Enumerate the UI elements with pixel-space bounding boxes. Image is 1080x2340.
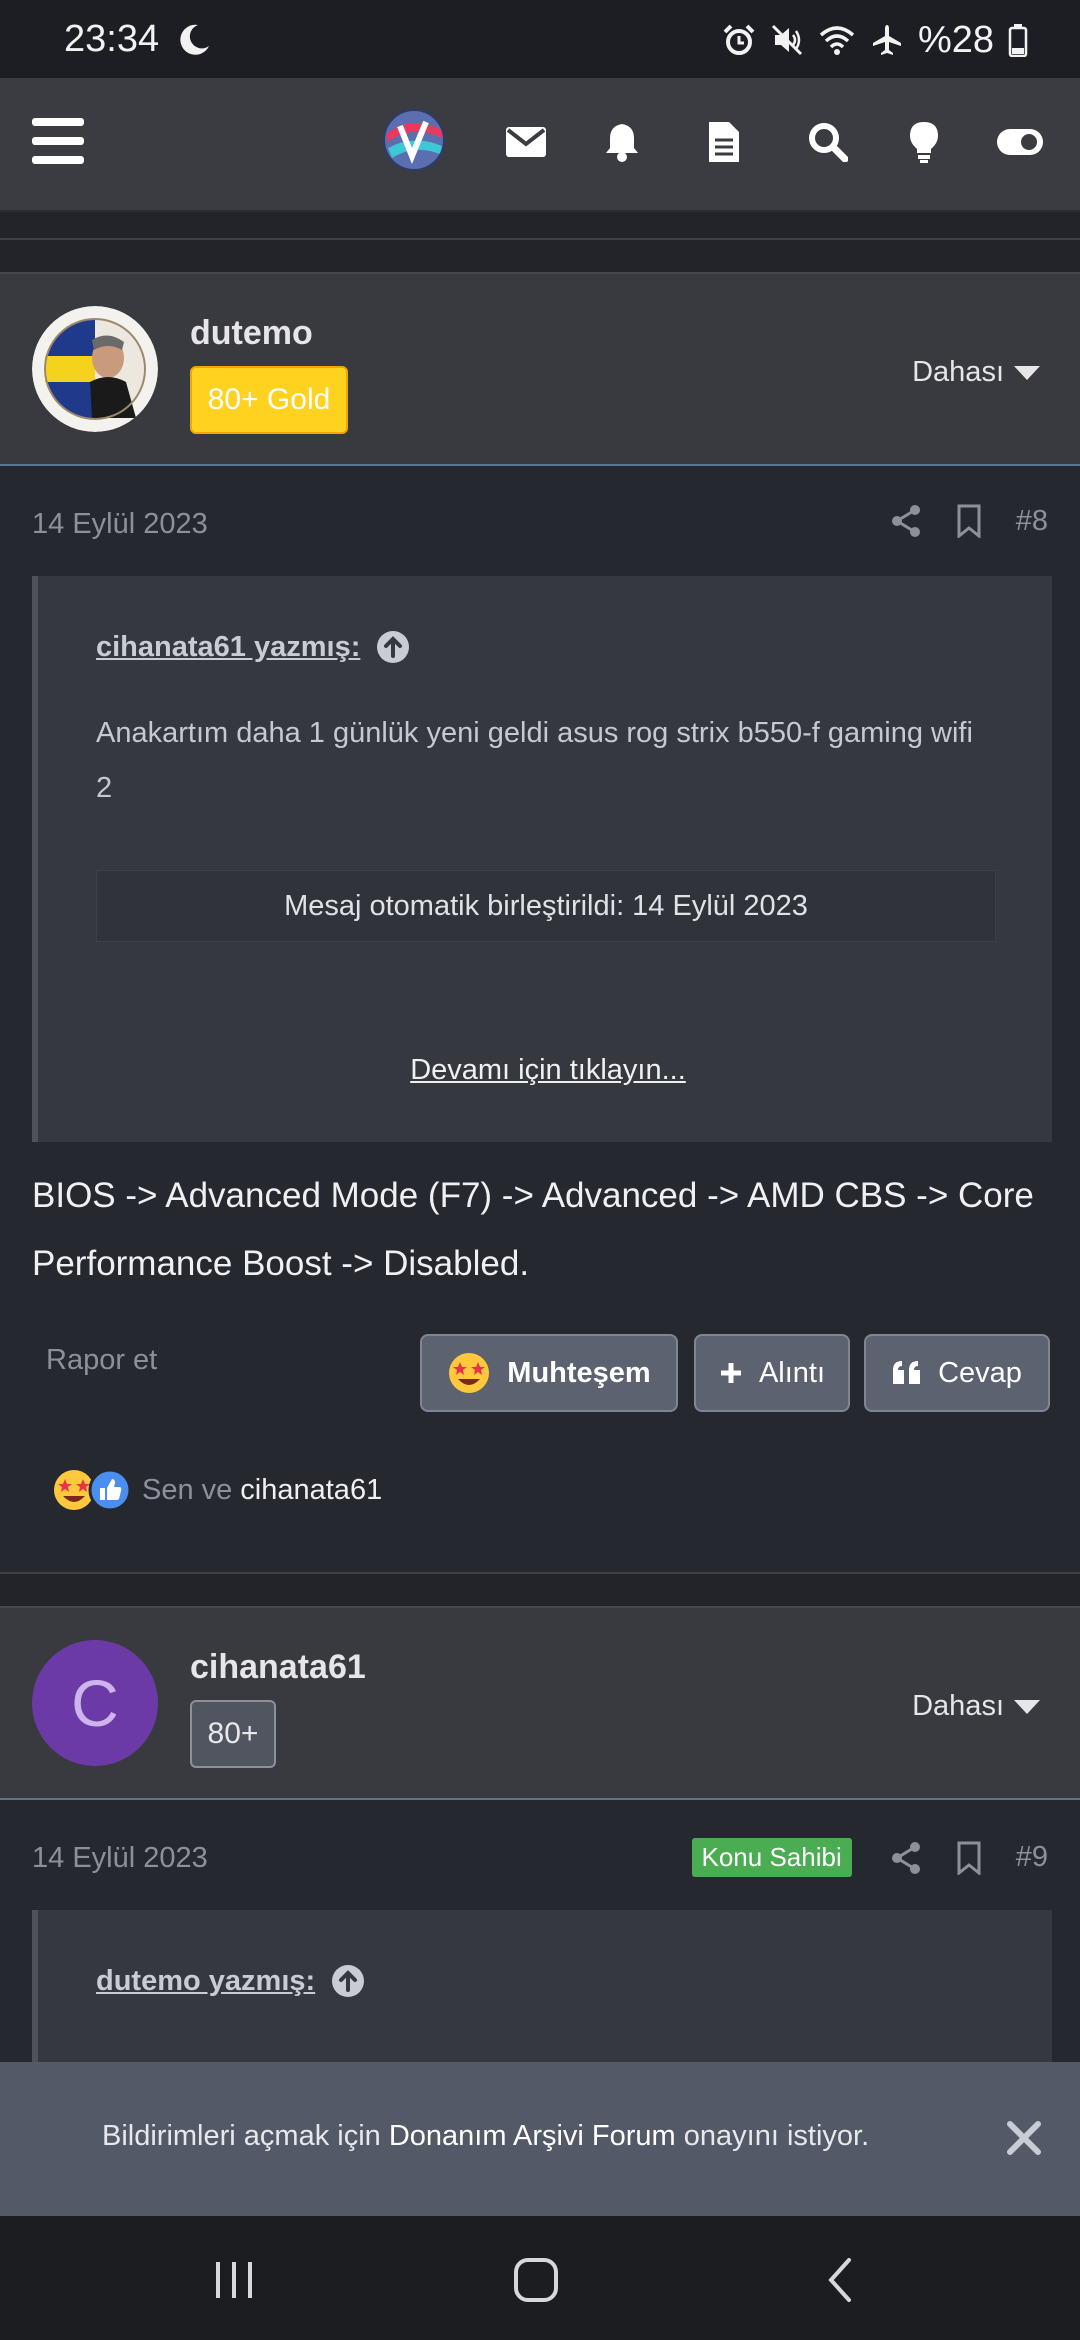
- quote-author-link[interactable]: dutemo yazmış:: [96, 1964, 365, 1998]
- read-more-link[interactable]: Devamı için tıklayın...: [38, 1054, 1058, 1087]
- alarm-icon: [723, 24, 755, 55]
- user-avatar-letter[interactable]: C: [32, 1640, 158, 1766]
- share-icon[interactable]: [890, 504, 922, 538]
- app-header: [0, 78, 1080, 212]
- arrow-up-circle-icon[interactable]: [331, 1964, 365, 1998]
- section-divider: [0, 212, 1080, 272]
- status-icons: %28: [722, 18, 1028, 61]
- quote-text: Anakartım daha 1 günlük yeni geldi asus …: [96, 717, 973, 804]
- caret-down-icon: [1014, 365, 1040, 380]
- report-link[interactable]: Rapor et: [46, 1344, 157, 1377]
- post-date[interactable]: 14 Eylül 2023: [32, 508, 208, 541]
- bookmark-icon[interactable]: [956, 1841, 982, 1875]
- back-icon[interactable]: [810, 2252, 870, 2308]
- reactions-users[interactable]: cihanata61: [240, 1474, 382, 1507]
- post-number[interactable]: #9: [1016, 1841, 1048, 1874]
- notification-permission-banner: Bildirimleri açmak için Donanım Arşivi F…: [0, 2062, 1080, 2216]
- battery-percent: %28: [917, 18, 994, 61]
- react-button[interactable]: Muhteşem: [420, 1334, 678, 1412]
- username[interactable]: dutemo: [190, 314, 313, 353]
- post-body: BIOS -> Advanced Mode (F7) -> Advanced -…: [32, 1176, 1034, 1283]
- home-icon[interactable]: [506, 2252, 566, 2308]
- notification-app-name: Donanım Arşivi Forum: [388, 2120, 676, 2152]
- arrow-up-circle-icon[interactable]: [376, 630, 410, 664]
- more-dropdown-label: Dahası: [912, 1690, 1004, 1722]
- lightbulb-icon[interactable]: [902, 120, 946, 164]
- post-meta: 14 Eylül 2023 #8: [0, 486, 1080, 566]
- document-icon[interactable]: [702, 120, 746, 164]
- post-meta-actions: Konu Sahibi #9: [691, 1838, 1048, 1877]
- thread-owner-badge: Konu Sahibi: [691, 1838, 852, 1877]
- close-icon[interactable]: [1006, 2120, 1042, 2156]
- do-not-disturb-moon-icon: [180, 24, 209, 55]
- site-logo[interactable]: [382, 108, 446, 172]
- like-reaction-icon: [88, 1468, 132, 1512]
- quote-marks-icon: [893, 1361, 921, 1384]
- plus-icon: [720, 1363, 741, 1383]
- notification-text: Bildirimleri açmak için Donanım Arşivi F…: [102, 2120, 869, 2153]
- username[interactable]: cihanata61: [190, 1648, 366, 1687]
- caret-down-icon: [1014, 1699, 1040, 1714]
- bookmark-icon[interactable]: [956, 504, 982, 538]
- system-nav-bar: [0, 2216, 1080, 2340]
- react-button-label: Muhteşem: [507, 1356, 651, 1389]
- star-struck-emoji-icon: [449, 1353, 490, 1393]
- menu-icon[interactable]: [32, 118, 84, 166]
- quote-author-link[interactable]: cihanata61 yazmış:: [96, 630, 410, 664]
- quote-author: dutemo yazmış:: [96, 1964, 316, 1997]
- quote-block: dutemo yazmış:: [32, 1910, 1052, 2062]
- post-number[interactable]: #8: [1016, 505, 1048, 538]
- recent-apps-icon[interactable]: [204, 2252, 264, 2308]
- battery-icon: [1008, 24, 1028, 57]
- user-rank-badge: 80+ Gold: [190, 366, 348, 434]
- search-icon[interactable]: [806, 120, 850, 164]
- mail-icon[interactable]: [504, 120, 548, 164]
- post-user-card: dutemo 80+ Gold Dahası: [0, 272, 1080, 466]
- user-rank-badge: 80+: [190, 1700, 276, 1768]
- post-separator: [0, 1572, 1080, 1606]
- status-bar: 23:34 %28: [0, 0, 1080, 78]
- post-meta-actions: #8: [890, 504, 1048, 538]
- quote-author: cihanata61 yazmış:: [96, 630, 361, 663]
- quote-button-label: Alıntı: [758, 1356, 826, 1389]
- airplane-mode-icon: [872, 25, 901, 55]
- more-dropdown[interactable]: Dahası: [912, 1690, 1040, 1723]
- post-date[interactable]: 14 Eylül 2023: [32, 1842, 208, 1875]
- reactions-summary[interactable]: Sen ve cihanata61: [52, 1468, 382, 1512]
- toggle-icon[interactable]: [996, 120, 1044, 164]
- notification-suffix: onayını istiyor.: [683, 2120, 870, 2152]
- share-icon[interactable]: [890, 1841, 922, 1875]
- quote-block: cihanata61 yazmış: Anakartım daha 1 günl…: [32, 576, 1052, 1142]
- more-dropdown-label: Dahası: [912, 356, 1004, 388]
- bell-icon[interactable]: [600, 120, 644, 164]
- mute-icon: [771, 24, 802, 56]
- quote-button[interactable]: Alıntı: [694, 1334, 850, 1412]
- user-avatar[interactable]: [32, 306, 158, 432]
- notification-prefix: Bildirimleri açmak için: [102, 2120, 381, 2152]
- reply-button[interactable]: Cevap: [864, 1334, 1050, 1412]
- reactions-prefix: Sen ve: [142, 1473, 233, 1506]
- wifi-icon: [819, 26, 855, 55]
- status-time: 23:34: [64, 18, 160, 60]
- post-meta: 14 Eylül 2023 Konu Sahibi #9: [0, 1820, 1080, 1900]
- post-user-card: C cihanata61 80+ Dahası: [0, 1606, 1080, 1800]
- reply-button-label: Cevap: [938, 1356, 1022, 1389]
- more-dropdown[interactable]: Dahası: [912, 356, 1040, 389]
- merge-notice: Mesaj otomatik birleştirildi: 14 Eylül 2…: [96, 870, 996, 942]
